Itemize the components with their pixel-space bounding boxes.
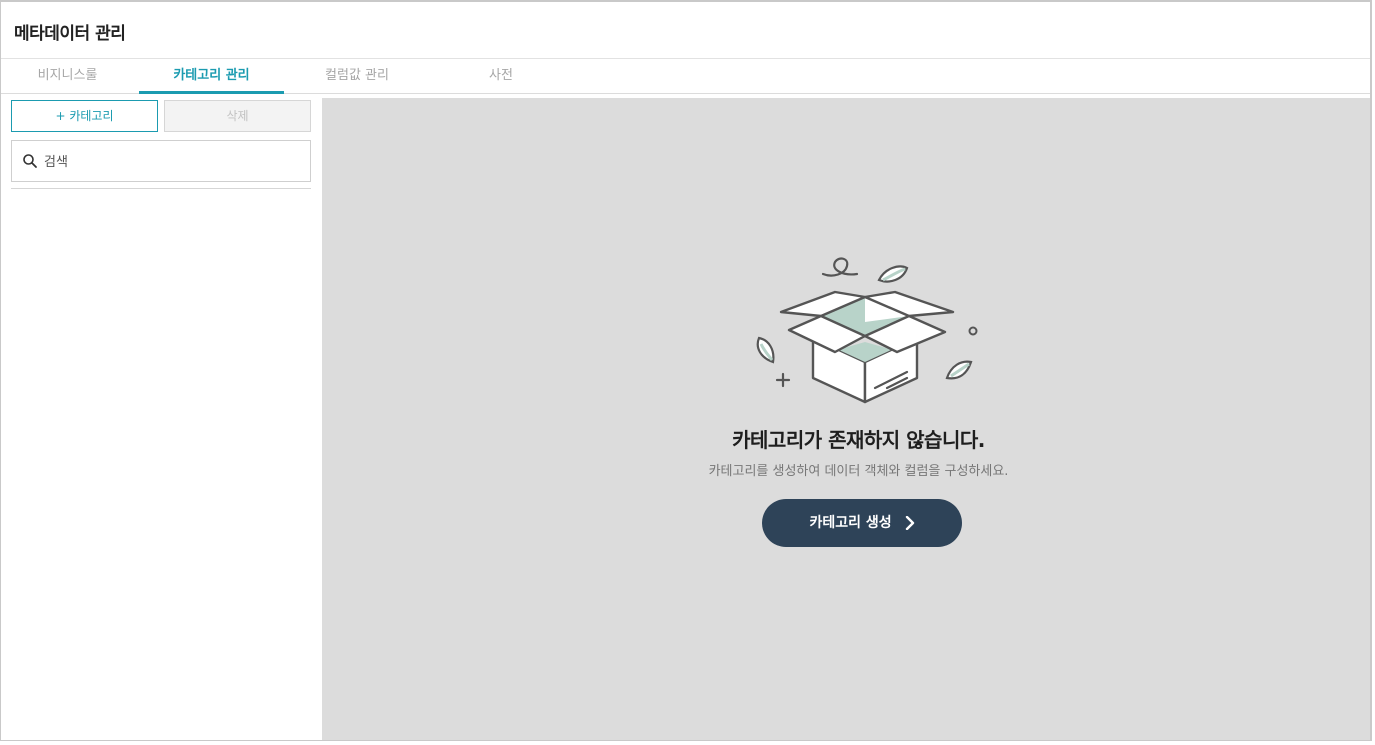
empty-state-title: 카테고리가 존재하지 않습니다. (732, 428, 985, 452)
open-box-icon (756, 257, 978, 404)
tab-column-value-management[interactable]: 컬럼값 관리 (289, 59, 425, 93)
chevron-right-icon (905, 516, 914, 530)
search-input[interactable] (42, 149, 296, 175)
create-category-label: 카테고리 생성 (809, 515, 892, 531)
search-icon (23, 154, 37, 168)
create-category-button[interactable]: 카테고리 생성 (762, 499, 962, 547)
app-window: 메타데이터 관리 비지니스룰 카테고리 관리 컬럼값 관리 사전 + 카테고리 … (0, 0, 1372, 741)
sidebar-divider (11, 188, 311, 189)
tab-bar: 비지니스룰 카테고리 관리 컬럼값 관리 사전 (1, 59, 1370, 94)
tab-dictionary[interactable]: 사전 (431, 59, 571, 93)
tab-category-management[interactable]: 카테고리 관리 (139, 59, 284, 94)
category-sidebar: + 카테고리 삭제 (1, 98, 323, 740)
page-header: 메타데이터 관리 (1, 2, 1370, 59)
tab-business-rules[interactable]: 비지니스룰 (1, 59, 134, 93)
add-category-button[interactable]: + 카테고리 (11, 100, 158, 132)
empty-state-description: 카테고리를 생성하여 데이터 객체와 컬럼을 구성하세요. (708, 464, 1009, 479)
page-title: 메타데이터 관리 (14, 24, 126, 44)
search-field[interactable] (11, 140, 311, 182)
main-content: 카테고리가 존재하지 않습니다. 카테고리를 생성하여 데이터 객체와 컬럼을 … (323, 98, 1370, 740)
delete-button[interactable]: 삭제 (164, 100, 311, 132)
